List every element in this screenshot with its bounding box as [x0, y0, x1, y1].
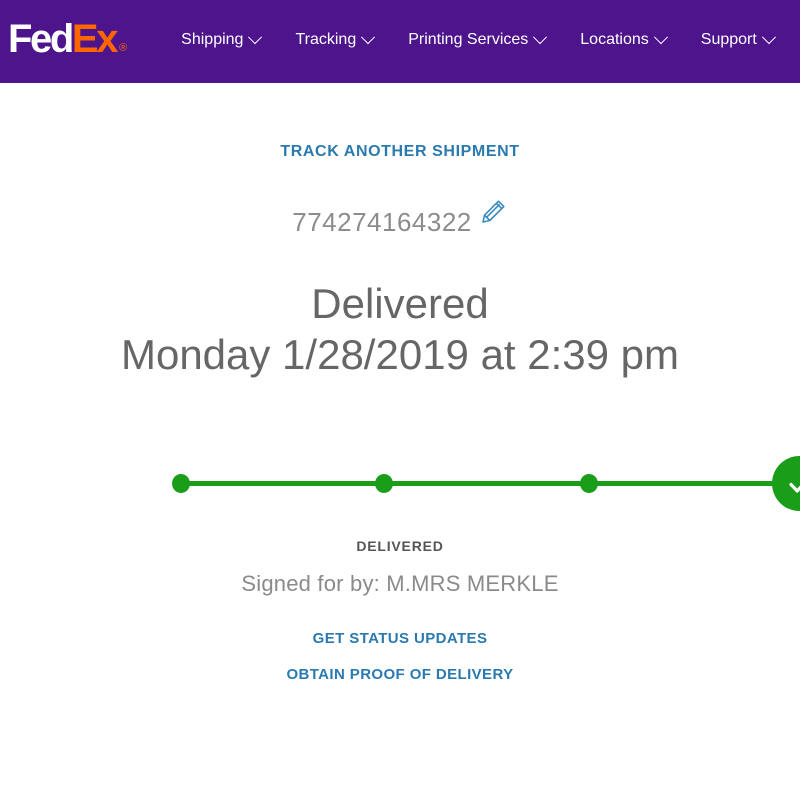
pencil-icon[interactable] — [478, 197, 508, 227]
tracking-result-panel: TRACK ANOTHER SHIPMENT 774274164322 Deli… — [0, 83, 800, 800]
check-icon — [788, 482, 800, 493]
chevron-down-icon — [533, 29, 548, 44]
main-navigation: Shipping Tracking Printing Services Loca… — [181, 29, 776, 49]
nav-item-tracking-label: Tracking — [295, 30, 357, 48]
progress-step-1[interactable] — [172, 474, 190, 494]
progress-step-3[interactable] — [580, 474, 598, 494]
nav-item-tracking[interactable]: Tracking — [295, 29, 376, 49]
nav-item-support[interactable]: Support — [700, 29, 776, 49]
nav-item-locations-label: Locations — [580, 30, 649, 48]
fedex-logo[interactable]: Fed Ex ® — [8, 19, 127, 59]
page-title: Delivered — [311, 280, 489, 327]
track-another-shipment-link[interactable]: TRACK ANOTHER SHIPMENT — [280, 143, 519, 161]
registered-trademark-icon: ® — [119, 41, 128, 54]
nav-item-shipping[interactable]: Shipping — [181, 29, 263, 49]
chevron-down-icon — [653, 29, 668, 44]
obtain-proof-of-delivery-link[interactable]: OBTAIN PROOF OF DELIVERY — [0, 666, 800, 683]
logo-text-fed: Fed — [8, 16, 74, 61]
shipment-progress-bar — [0, 453, 800, 513]
nav-item-support-label: Support — [700, 30, 757, 48]
nav-item-locations[interactable]: Locations — [580, 29, 668, 49]
nav-item-shipping-label: Shipping — [181, 30, 244, 48]
status-badge: DELIVERED — [356, 538, 444, 555]
delivery-status-block: Delivered Monday 1/28/2019 at 2:39 pm — [0, 280, 800, 380]
progress-track — [178, 481, 798, 487]
site-header: Fed Ex ® Shipping Tracking Printing Servic… — [0, 0, 800, 83]
chevron-down-icon — [361, 29, 376, 44]
delivery-datetime: Monday 1/28/2019 at 2:39 pm — [120, 331, 680, 379]
logo-text-ex: Ex — [71, 16, 119, 61]
progress-step-delivered[interactable] — [772, 456, 800, 512]
chevron-down-icon — [248, 29, 263, 44]
tracking-number-row: 774274164322 — [0, 200, 800, 238]
tracking-number-value: 774274164322 — [292, 207, 472, 237]
chevron-down-icon — [761, 29, 776, 44]
nav-item-printing-services[interactable]: Printing Services — [408, 29, 548, 49]
get-status-updates-link[interactable]: GET STATUS UPDATES — [0, 630, 800, 647]
nav-item-printing-services-label: Printing Services — [408, 30, 529, 48]
progress-step-2[interactable] — [375, 474, 393, 494]
signed-for-text: Signed for by: M.MRS MERKLE — [241, 571, 559, 597]
